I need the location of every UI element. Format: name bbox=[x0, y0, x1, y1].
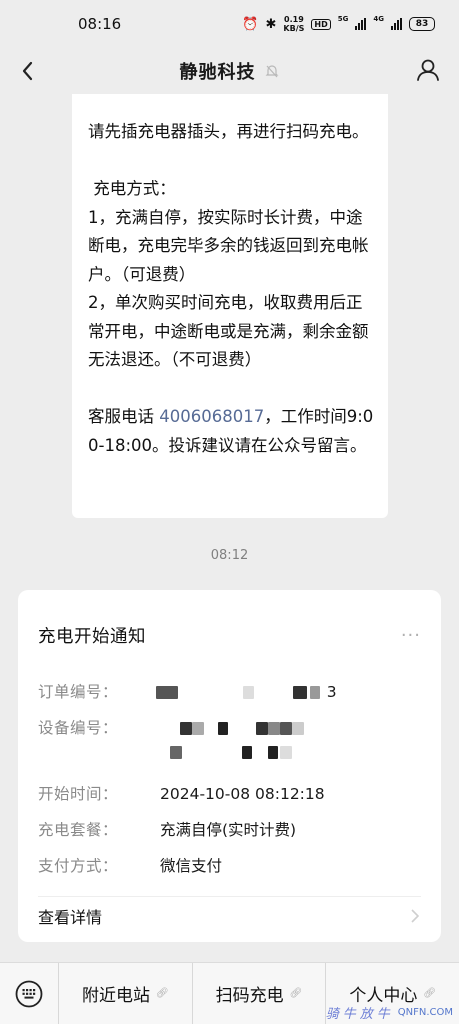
redacted-block bbox=[218, 722, 228, 735]
user-icon[interactable] bbox=[413, 55, 443, 85]
menu-label: 附近电站 bbox=[81, 986, 150, 1006]
more-options-icon[interactable]: ··· bbox=[401, 625, 421, 646]
watermark-cn: 骑牛放牛 bbox=[325, 1007, 394, 1022]
row-charging-plan: 充电套餐： 充满自停(实时计费) bbox=[38, 818, 421, 854]
row-payment-method: 支付方式： 微信支付 bbox=[38, 854, 421, 890]
row-label: 订单编号： bbox=[38, 683, 119, 701]
redacted-block bbox=[280, 746, 292, 759]
link-icon: 🔗︎ bbox=[155, 988, 169, 999]
page-title: 静驰科技 bbox=[179, 62, 256, 83]
time-separator: 08:12 bbox=[210, 548, 249, 563]
redacted-block bbox=[156, 686, 178, 699]
message-bubble: 请先插充电器插头，再进行扫码充电。 充电方式： 1，充满自停，按实际时长计费，中… bbox=[72, 94, 388, 518]
row-start-time: 开始时间： 2024-10-08 08:12:18 bbox=[38, 782, 421, 818]
redacted-block bbox=[292, 722, 304, 735]
chevron-right-icon bbox=[411, 909, 420, 923]
status-time: 08:16 bbox=[78, 15, 122, 33]
redacted-block bbox=[268, 722, 280, 735]
redacted-block bbox=[180, 722, 192, 735]
redacted-block bbox=[242, 686, 254, 699]
redacted-block bbox=[280, 722, 292, 735]
redacted-block bbox=[192, 722, 204, 735]
row-label: 支付方式： bbox=[38, 857, 119, 875]
hd-badge: HD bbox=[311, 18, 331, 30]
card-title: 充电开始通知 bbox=[38, 626, 146, 647]
menu-label: 扫码充电 bbox=[215, 986, 284, 1006]
link-icon: 🔗︎ bbox=[289, 988, 303, 999]
row-label: 设备编号： bbox=[38, 719, 119, 737]
redacted-block bbox=[242, 746, 252, 759]
back-arrow-icon[interactable] bbox=[14, 56, 44, 86]
signal-bars-icon-2 bbox=[391, 18, 402, 30]
watermark: 骑牛放牛 QNFN.COM bbox=[326, 1003, 453, 1022]
card-header: 充电开始通知 ··· bbox=[38, 590, 421, 680]
card-divider bbox=[38, 896, 421, 897]
redacted-block bbox=[170, 746, 182, 759]
charging-plan-value: 充满自停(实时计费) bbox=[160, 821, 297, 839]
message-text-before: 请先插充电器插头，再进行扫码充电。 充电方式： 1，充满自停，按实际时长计费，中… bbox=[88, 122, 369, 426]
start-time-value: 2024-10-08 08:12:18 bbox=[160, 785, 325, 803]
device-number-value bbox=[160, 716, 360, 776]
signal-bars-icon bbox=[355, 18, 367, 30]
view-details-label: 查看详情 bbox=[38, 908, 103, 927]
watermark-url: QNFN.COM bbox=[397, 1007, 453, 1018]
menu-scan-to-charge[interactable]: 扫码充电 🔗︎ bbox=[191, 962, 326, 1024]
row-label: 充电套餐： bbox=[38, 821, 119, 839]
view-details-link[interactable]: 查看详情 bbox=[38, 898, 421, 934]
signal-5g-label: 5G bbox=[337, 15, 349, 23]
menu-nearby-stations[interactable]: 附近电站 🔗︎ bbox=[58, 962, 192, 1024]
row-order-number: 订单编号： 3 bbox=[38, 680, 421, 716]
nav-bar: 静驰科技 bbox=[0, 48, 459, 94]
payment-method-value: 微信支付 bbox=[160, 857, 223, 875]
nav-title-group: 静驰科技 bbox=[180, 58, 280, 84]
redacted-block bbox=[268, 746, 278, 759]
row-device-number: 设备编号： bbox=[38, 716, 421, 776]
charging-start-card[interactable]: 充电开始通知 ··· 订单编号： 3 设备编号： 开始时间： 2024-10-0… bbox=[18, 590, 441, 942]
keyboard-toggle-button[interactable] bbox=[0, 963, 58, 1024]
phone-link[interactable]: 4006068017 bbox=[159, 407, 264, 426]
order-number-value: 3 bbox=[156, 680, 337, 716]
network-speed: 0.19 KB/S bbox=[283, 15, 305, 33]
bluetooth-icon: ✱ bbox=[265, 16, 277, 32]
signal-4g-label: 4G bbox=[373, 15, 384, 23]
redacted-block bbox=[256, 722, 268, 735]
battery-icon: 83 bbox=[409, 17, 435, 31]
alarm-icon: ⏰ bbox=[242, 16, 259, 32]
status-icons: ⏰ ✱ 0.19 KB/S HD 5G 4G 83 bbox=[242, 15, 435, 33]
row-label: 开始时间： bbox=[38, 785, 119, 803]
redacted-block bbox=[309, 686, 320, 699]
redacted-block bbox=[292, 686, 307, 699]
link-icon: 🔗︎ bbox=[423, 988, 437, 999]
mute-bell-icon bbox=[265, 65, 278, 78]
status-bar: 08:16 ⏰ ✱ 0.19 KB/S HD 5G 4G 83 bbox=[0, 0, 459, 48]
keyboard-icon bbox=[15, 980, 43, 1007]
